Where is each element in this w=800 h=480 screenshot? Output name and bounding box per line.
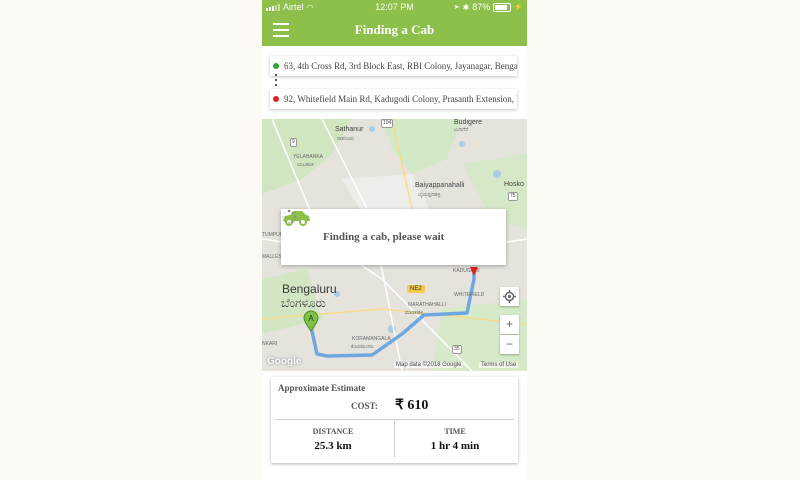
app-header: Finding a Cab [262,14,527,46]
time-label: TIME [444,427,466,436]
location-arrow-icon: ➤ [453,4,460,11]
map-label-whitefield: WHITEFIELD [454,292,485,298]
map-shield-75: 75 [508,192,518,201]
drop-address-text: 92, Whitefield Main Rd, Kadugodi Colony,… [284,94,517,104]
map-data-attribution: Map data ©2018 Google [394,362,464,368]
time-value: 1 hr 4 min [430,440,480,452]
cost-label: COST: [351,401,378,411]
map-label-baiyappanahalli: Baiyappanahalli [415,182,465,189]
drop-marker-icon[interactable] [469,265,479,277]
map-label-koramangala-kn: ಕೋರಮಂಗಲ [351,344,374,350]
map-label-bengaluru: Bengaluru [282,282,337,296]
pickup-address-field[interactable]: 63, 4th Cross Rd, 3rd Block East, RBI Co… [270,56,517,76]
finding-cab-dialog: Finding a cab, please wait [281,209,506,265]
map-shield-35: 35 [452,345,462,354]
estimate-title: Approximate Estimate [278,383,366,393]
map-label-sathanur-kn: ಸಾತನೂರು [337,136,355,142]
phone-screen: Airtel ◠ 12:07 PM ➤ ✱ 87% ⚡ Finding a Ca… [262,0,527,480]
cost-value: ₹ 610 [395,398,429,413]
map-shield-104: 104 [381,119,394,128]
map-label-yelahanka: YELAHANKA [293,154,324,160]
terms-of-use-link[interactable]: Terms of Use [479,362,519,368]
charging-icon: ⚡ [514,4,523,11]
pickup-marker-icon[interactable]: A [303,310,319,332]
google-logo: Google [267,356,302,367]
distance-value: 25.3 km [314,440,352,452]
pickup-marker-letter: A [308,314,314,323]
map-label-marathahalli: MARATHAHALLI [408,302,446,308]
map-label-sathanur: Sathanur [335,126,364,133]
battery-percent: 87% [472,2,491,12]
status-right: ➤ ✱ 87% ⚡ [454,2,523,12]
pickup-dot-icon [273,63,279,69]
distance-label: DISTANCE [312,427,354,436]
map-shield-9: 9 [290,138,297,147]
bluetooth-icon: ✱ [462,2,470,12]
drop-dot-icon [273,96,279,102]
map-label-baiyappanahalli-kn: ಬೈಯಪ್ಪನಹಳ್ಳಿ [418,192,441,198]
page-title: Finding a Cab [354,22,435,37]
drop-address-field[interactable]: 92, Whitefield Main Rd, Kadugodi Colony,… [270,89,517,109]
map-label-budigere: Budigere [454,119,483,126]
map-view[interactable]: Sathanur ಸಾತನೂರು 104 Budigere ಬುದಿಗೆರೆ 9… [262,119,527,371]
map-label-koramangala: KORAMANGALA [352,336,391,342]
estimate-card: Approximate Estimate COST: ₹ 610 DISTANC… [271,377,518,463]
zoom-out-button[interactable]: − [500,335,519,354]
estimate-divider [275,419,514,420]
map-label-nkari: NKARI [262,341,278,347]
loading-spinner-icon [281,209,297,225]
my-location-button[interactable] [500,287,519,306]
route-connector [275,74,277,91]
status-bar: Airtel ◠ 12:07 PM ➤ ✱ 87% ⚡ [262,0,527,14]
map-label-yelahanka-kn: ಯಲಹಂಕ [297,162,314,168]
map-label-hoskote: Hosko [504,181,524,188]
crosshair-icon [503,290,516,303]
map-label-bengaluru-kn: ಬೆಂಗಳೂರು [281,296,326,310]
map-road-ne2: NE2 [407,285,425,293]
zoom-in-button[interactable]: + [500,315,519,334]
battery-icon [493,2,512,12]
pickup-address-text: 63, 4th Cross Rd, 3rd Block East, RBI Co… [284,61,517,71]
map-label-budigere-kn: ಬುದಿಗೆರೆ [454,127,468,133]
map-label-marathahalli-kn: ಮಾರತಹಳ್ಳಿ [405,310,424,316]
finding-cab-text: Finding a cab, please wait [323,231,445,243]
